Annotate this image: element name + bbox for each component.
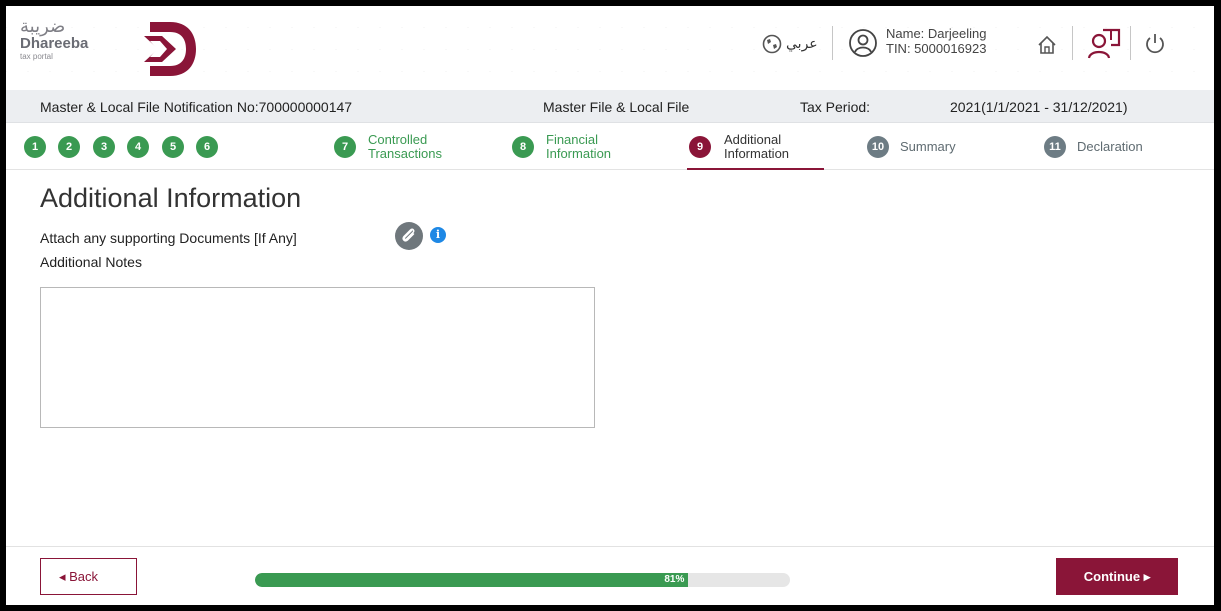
step-6[interactable]: 6 xyxy=(196,136,218,158)
paperclip-icon xyxy=(402,228,415,242)
page-title: Additional Information xyxy=(40,183,302,213)
active-step-underline xyxy=(687,168,824,170)
home-icon[interactable] xyxy=(1036,34,1058,56)
filing-info-bar: Master & Local File Notification No:7000… xyxy=(6,90,1214,123)
progress-stepper: 1 2 3 4 5 6 7 Controlled Transactions 8 … xyxy=(6,123,1214,170)
tax-period-value: 2021(1/1/2021 - 31/12/2021) xyxy=(950,99,1128,115)
step-9[interactable]: 9 xyxy=(689,136,711,158)
user-tin: TIN: 5000016923 xyxy=(886,41,987,56)
footer-divider xyxy=(6,546,1214,547)
additional-notes-label: Additional Notes xyxy=(40,254,142,270)
notification-number: Master & Local File Notification No:7000… xyxy=(40,99,353,115)
step-3[interactable]: 3 xyxy=(93,136,115,158)
progress-bar: 81% xyxy=(255,573,790,587)
step-10[interactable]: 10 xyxy=(867,136,889,158)
language-link[interactable]: عربي xyxy=(786,34,818,54)
step-10-label[interactable]: Summary xyxy=(900,140,956,154)
back-button[interactable]: ◂ Back xyxy=(40,558,137,595)
step-8-label-line2[interactable]: Information xyxy=(546,147,611,161)
progress-percent-label: 81% xyxy=(664,574,685,585)
globe-icon[interactable] xyxy=(762,34,782,54)
step-2[interactable]: 2 xyxy=(58,136,80,158)
step-9-label-line1[interactable]: Additional xyxy=(724,133,781,147)
user-name: Name: Darjeeling xyxy=(886,26,987,41)
logo[interactable]: ضريبة Dhareeba tax portal xyxy=(20,18,140,62)
app-frame: ضريبة Dhareeba tax portal عربي Name: Dar… xyxy=(6,6,1214,605)
divider xyxy=(1072,26,1073,60)
additional-notes-textarea[interactable] xyxy=(40,287,595,428)
step-1[interactable]: 1 xyxy=(24,136,46,158)
logo-mark-icon xyxy=(144,22,196,76)
attach-button[interactable] xyxy=(395,222,423,250)
step-5[interactable]: 5 xyxy=(162,136,184,158)
file-type: Master File & Local File xyxy=(543,99,690,115)
divider xyxy=(1130,26,1131,60)
step-8-label-line1[interactable]: Financial xyxy=(546,133,598,147)
user-book-icon[interactable] xyxy=(1086,26,1122,62)
step-7-label-line2[interactable]: Transactions xyxy=(368,147,442,161)
step-7-label-line1[interactable]: Controlled xyxy=(368,133,427,147)
logo-subtitle: tax portal xyxy=(20,52,53,61)
step-11-label[interactable]: Declaration xyxy=(1077,140,1143,154)
header: ضريبة Dhareeba tax portal عربي Name: Dar… xyxy=(6,6,1214,90)
logo-arabic: ضريبة xyxy=(20,16,66,37)
step-7[interactable]: 7 xyxy=(334,136,356,158)
power-icon[interactable] xyxy=(1144,32,1166,56)
progress-bar-fill xyxy=(255,573,689,587)
divider xyxy=(832,26,833,60)
step-4[interactable]: 4 xyxy=(127,136,149,158)
step-8[interactable]: 8 xyxy=(512,136,534,158)
step-11[interactable]: 11 xyxy=(1044,136,1066,158)
attach-documents-label: Attach any supporting Documents [If Any] xyxy=(40,230,297,246)
tax-period-label: Tax Period: xyxy=(800,99,871,115)
step-9-label-line2[interactable]: Information xyxy=(724,147,789,161)
info-icon[interactable]: i xyxy=(430,227,446,243)
logo-name: Dhareeba xyxy=(20,35,89,52)
user-icon[interactable] xyxy=(848,28,878,58)
continue-button[interactable]: Continue ▸ xyxy=(1056,558,1178,595)
